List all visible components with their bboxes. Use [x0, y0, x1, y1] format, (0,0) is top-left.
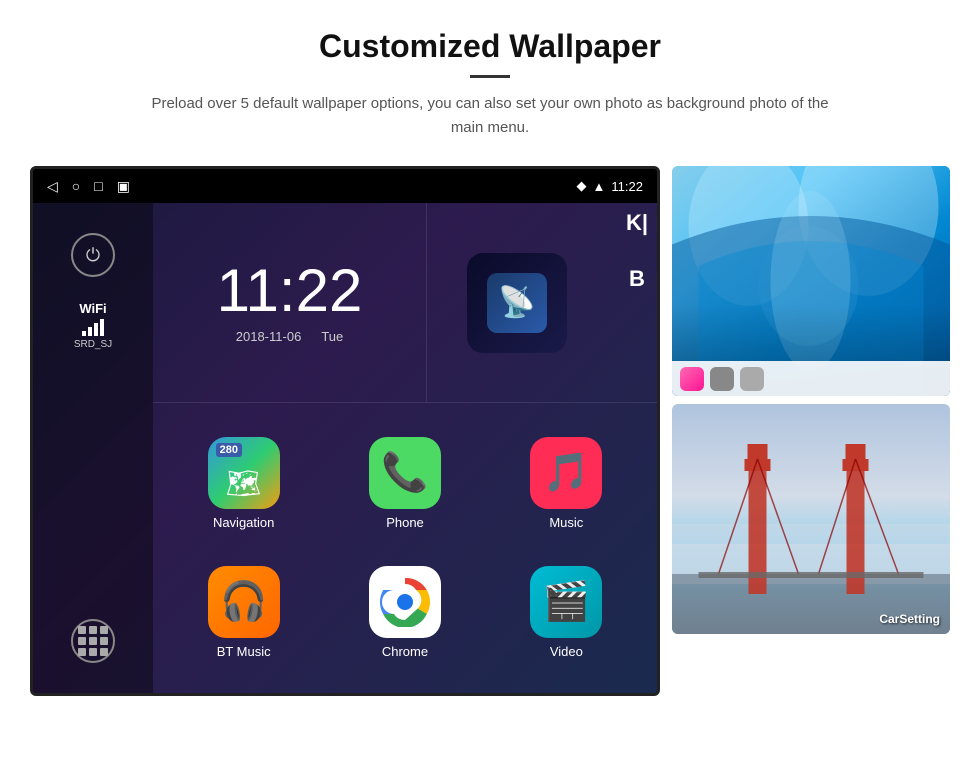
phone-label: Phone — [386, 515, 424, 530]
page-title: Customized Wallpaper — [80, 28, 900, 65]
signal-icon: 📡 — [498, 285, 535, 320]
navigation-label: Navigation — [213, 515, 274, 530]
wifi-widget[interactable]: 📡 — [467, 253, 567, 353]
wifi-ssid: SRD_SJ — [74, 339, 112, 350]
mini-app-1 — [680, 367, 704, 391]
navigation-icon: 280 🗺 — [208, 437, 280, 509]
app-item-music[interactable]: 🎵 Music — [486, 419, 647, 548]
video-label: Video — [550, 644, 583, 659]
widget-area: 📡 — [427, 203, 607, 402]
side-icons: K| B — [607, 203, 657, 402]
apps-button[interactable] — [71, 619, 115, 663]
app-item-phone[interactable]: 📞 Phone — [324, 419, 485, 548]
status-bar: ◁ ○ □ ▣ ◆ ▲ 11:22 — [33, 169, 657, 203]
chrome-label: Chrome — [382, 644, 428, 659]
clock-time: 11:22 — [217, 261, 363, 321]
recents-icon[interactable]: □ — [94, 178, 102, 194]
app-item-video[interactable]: 🎬 Video — [486, 548, 647, 677]
android-screen: ◁ ○ □ ▣ ◆ ▲ 11:22 ⏻ WiFi — [30, 166, 660, 696]
nav-badge: 280 — [216, 443, 242, 457]
wifi-signal-icon: ▲ — [593, 179, 606, 194]
chrome-icon — [369, 566, 441, 638]
clock-date: 2018-11-06 Tue — [236, 329, 343, 344]
clock-area: 11:22 2018-11-06 Tue — [153, 203, 427, 402]
clock-day: Tue — [321, 329, 343, 344]
top-section: 11:22 2018-11-06 Tue 📡 — [153, 203, 657, 403]
app-bar-strip — [672, 361, 950, 396]
app-item-btmusic[interactable]: 🎧 BT Music — [163, 548, 324, 677]
b-icon[interactable]: B — [617, 259, 657, 299]
clock-date-value: 2018-11-06 — [236, 329, 302, 344]
wallpaper-thumb-ice[interactable] — [672, 166, 950, 396]
main-content: ◁ ○ □ ▣ ◆ ▲ 11:22 ⏻ WiFi — [0, 166, 980, 696]
music-label: Music — [549, 515, 583, 530]
wifi-widget-inner: 📡 — [487, 273, 547, 333]
music-icon: 🎵 — [530, 437, 602, 509]
status-icons: ◆ ▲ 11:22 — [577, 178, 643, 194]
bt-music-icon: 🎧 — [208, 566, 280, 638]
power-button[interactable]: ⏻ — [71, 233, 115, 277]
k-icon[interactable]: K| — [617, 203, 657, 243]
carsetting-label: CarSetting — [879, 612, 940, 626]
back-icon[interactable]: ◁ — [47, 178, 58, 195]
main-area: 11:22 2018-11-06 Tue 📡 — [153, 203, 657, 693]
wifi-label: WiFi — [74, 301, 112, 316]
page-header: Customized Wallpaper Preload over 5 defa… — [0, 0, 980, 156]
wifi-bars — [74, 319, 112, 336]
sidebar-top: ⏻ WiFi SRD_SJ — [71, 233, 115, 350]
wallpaper-panel: CarSetting — [672, 166, 950, 634]
left-sidebar: ⏻ WiFi SRD_SJ — [33, 203, 153, 693]
apps-grid: 280 🗺 Navigation 📞 Phone — [153, 403, 657, 693]
mini-app-2 — [710, 367, 734, 391]
title-divider — [470, 75, 510, 78]
wifi-info: WiFi SRD_SJ — [74, 301, 112, 350]
video-icon: 🎬 — [530, 566, 602, 638]
apps-grid-icon — [78, 626, 108, 656]
app-item-navigation[interactable]: 280 🗺 Navigation — [163, 419, 324, 548]
location-icon: ◆ — [577, 178, 587, 194]
mini-app-3 — [740, 367, 764, 391]
clock-status: 11:22 — [611, 179, 643, 194]
screenshot-icon[interactable]: ▣ — [117, 178, 130, 195]
home-icon[interactable]: ○ — [72, 178, 80, 194]
screen-body: ⏻ WiFi SRD_SJ — [33, 203, 657, 693]
phone-icon: 📞 — [369, 437, 441, 509]
app-item-chrome[interactable]: Chrome — [324, 548, 485, 677]
nav-buttons: ◁ ○ □ ▣ — [47, 178, 130, 195]
page-description: Preload over 5 default wallpaper options… — [150, 92, 830, 140]
ice-cave-bg — [672, 166, 950, 396]
bt-music-label: BT Music — [217, 644, 271, 659]
wallpaper-thumb-bridge[interactable]: CarSetting — [672, 404, 950, 634]
